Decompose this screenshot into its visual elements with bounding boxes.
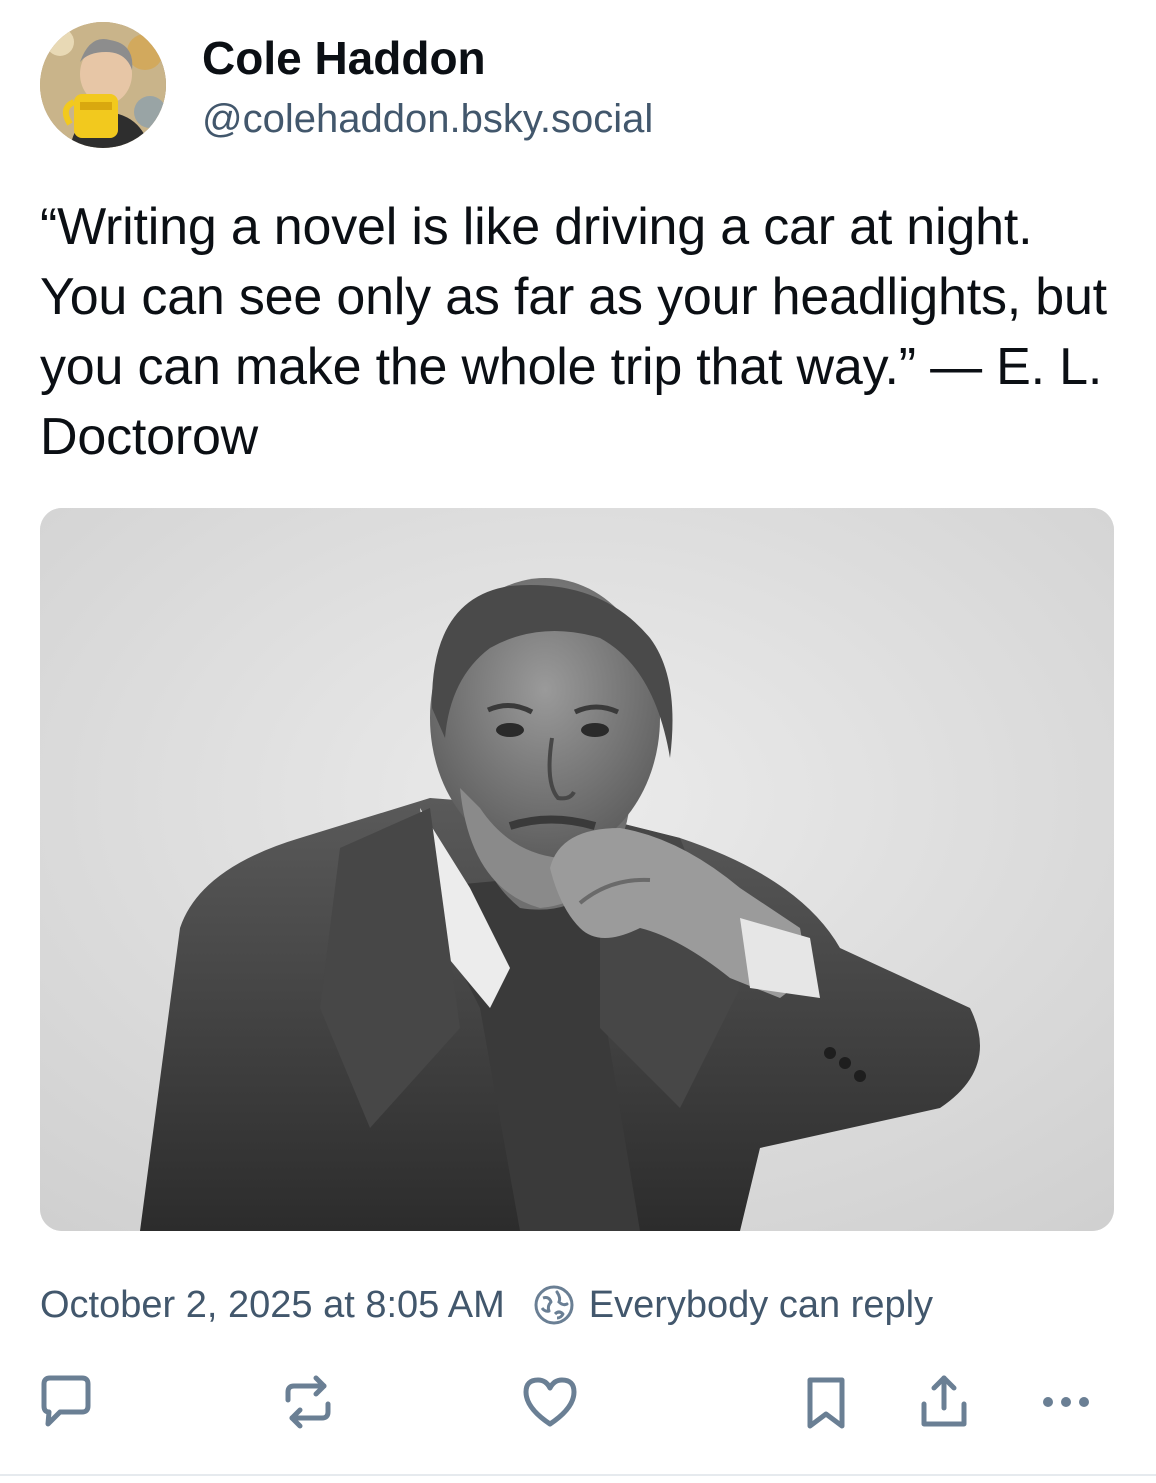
globe-icon: [533, 1284, 575, 1326]
more-options-button[interactable]: [1034, 1370, 1098, 1434]
repost-icon: [285, 1375, 331, 1429]
post-card: Cole Haddon @colehaddon.bsky.social “Wri…: [0, 0, 1156, 1483]
heart-icon: [523, 1377, 577, 1427]
post-image[interactable]: [40, 508, 1114, 1231]
share-icon: [921, 1375, 967, 1427]
post-meta: October 2, 2025 at 8:05 AM Everybody can…: [40, 1280, 933, 1330]
repost-button[interactable]: [276, 1370, 340, 1434]
avatar-photo-icon: [40, 22, 166, 148]
post-actions: [0, 1370, 1156, 1434]
share-button[interactable]: [912, 1370, 976, 1434]
post-timestamp: October 2, 2025 at 8:05 AM: [40, 1283, 505, 1326]
post-text: “Writing a novel is like driving a car a…: [40, 198, 1107, 466]
reply-setting-label: Everybody can reply: [588, 1283, 934, 1326]
bookmark-icon: [807, 1377, 845, 1429]
reply-setting[interactable]: Everybody can reply: [533, 1284, 933, 1327]
bookmark-button[interactable]: [794, 1370, 858, 1434]
portrait-photo-icon: [40, 508, 1114, 1231]
like-button[interactable]: [518, 1370, 582, 1434]
divider: [0, 1474, 1156, 1476]
author-display-name[interactable]: Cole Haddon: [202, 30, 486, 86]
author-handle[interactable]: @colehaddon.bsky.social: [202, 94, 653, 144]
ellipsis-icon: [1043, 1397, 1089, 1407]
reply-button[interactable]: [34, 1370, 98, 1434]
speech-bubble-icon: [41, 1375, 91, 1427]
avatar[interactable]: [40, 22, 166, 148]
